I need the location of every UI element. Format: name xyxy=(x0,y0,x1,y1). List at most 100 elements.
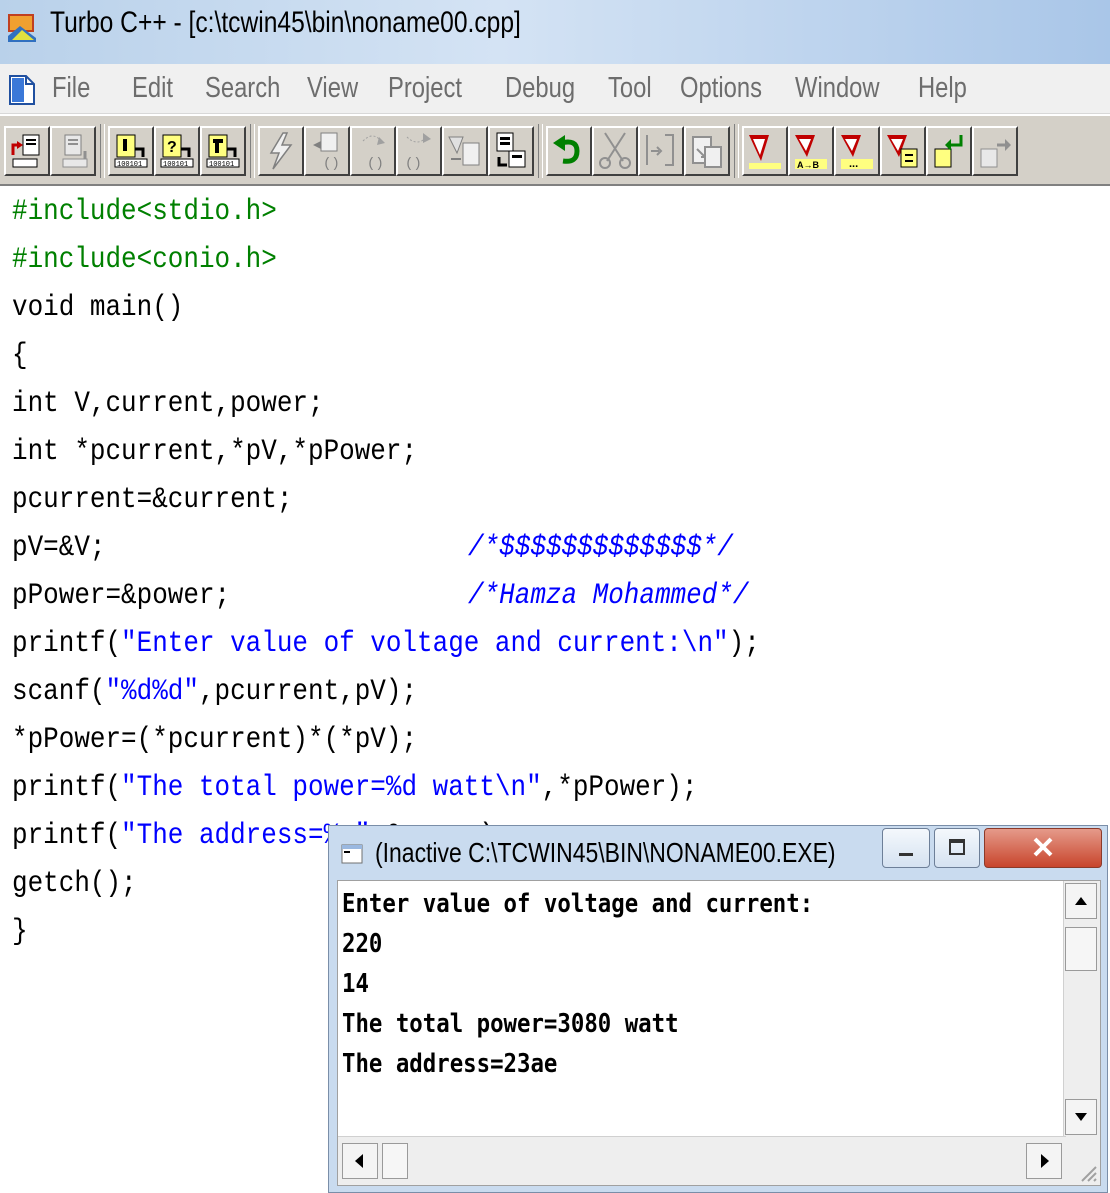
window-title: Turbo C++ - [c:\tcwin45\bin\noname00.cpp… xyxy=(50,6,521,39)
code-line-4: { xyxy=(12,338,28,372)
open-file-button[interactable] xyxy=(4,126,50,176)
compile-button[interactable]: 100101 xyxy=(108,126,154,176)
svg-text:100101: 100101 xyxy=(209,161,234,169)
maximize-icon xyxy=(949,839,965,855)
scroll-up-button[interactable] xyxy=(1065,883,1097,919)
code-line-9: pPower=&power; xyxy=(12,578,231,612)
next-message-button[interactable] xyxy=(926,126,972,176)
code-tail: ); xyxy=(728,626,760,660)
svg-text:(): () xyxy=(367,156,384,171)
save-file-icon xyxy=(62,134,88,168)
horizontal-scroll-thumb[interactable] xyxy=(382,1143,408,1179)
search-again-button[interactable]: ... xyxy=(834,126,880,176)
maximize-button[interactable] xyxy=(934,828,980,868)
console-output-line: Enter value of voltage and current: xyxy=(342,889,814,919)
save-file-button[interactable] xyxy=(50,126,96,176)
arrow-left-icon xyxy=(355,1154,363,1168)
menu-project[interactable]: Project xyxy=(388,72,462,105)
copy-button[interactable] xyxy=(638,126,684,176)
search-button[interactable] xyxy=(742,126,788,176)
svg-text:(): () xyxy=(323,156,340,171)
cut-icon xyxy=(599,132,631,169)
browse-icon xyxy=(887,135,918,168)
console-output-line: 220 xyxy=(342,929,383,959)
search-icon xyxy=(749,135,781,169)
cut-button[interactable] xyxy=(592,126,638,176)
code-line-16: } xyxy=(12,914,28,948)
console-output-line: The address=23ae xyxy=(342,1049,558,1079)
copy-icon xyxy=(646,134,674,166)
minimize-icon xyxy=(899,853,913,856)
next-message-icon xyxy=(934,135,963,168)
undo-icon xyxy=(553,135,580,164)
code-fn: scanf( xyxy=(12,674,106,708)
vertical-scrollbar[interactable] xyxy=(1063,881,1100,1137)
resize-grip-icon xyxy=(1081,1166,1097,1182)
code-line-5: int V,current,power; xyxy=(12,386,324,420)
menu-debug[interactable]: Debug xyxy=(505,72,575,105)
program-reset-button[interactable] xyxy=(442,126,488,176)
resize-grip[interactable] xyxy=(1064,1137,1100,1185)
code-line-2: #include<conio.h> xyxy=(12,242,277,276)
menu-search[interactable]: Search xyxy=(205,72,280,105)
menu-tool[interactable]: Tool xyxy=(608,72,652,105)
close-button[interactable] xyxy=(984,828,1102,868)
toolbar: 100101 ? 100101 100101 () () () A→B ... xyxy=(0,114,1110,186)
vertical-scroll-thumb[interactable] xyxy=(1065,927,1097,971)
console-output-area[interactable]: Enter value of voltage and current: 220 … xyxy=(337,880,1101,1186)
step-over-icon: () xyxy=(313,132,340,171)
code-fn: printf( xyxy=(12,818,122,852)
search-again-icon: ... xyxy=(841,135,873,170)
horizontal-scrollbar[interactable] xyxy=(338,1136,1066,1185)
svg-text:...: ... xyxy=(849,158,858,170)
browse-symbol-button[interactable] xyxy=(488,126,534,176)
step-over-button[interactable]: () xyxy=(304,126,350,176)
svg-text:(): () xyxy=(405,156,422,171)
make-button[interactable]: ? 100101 xyxy=(154,126,200,176)
console-title-bar[interactable]: (Inactive C:\TCWIN45\BIN\NONAME00.EXE) xyxy=(329,826,1107,880)
console-app-icon xyxy=(341,844,363,864)
replace-button[interactable]: A→B xyxy=(788,126,834,176)
scroll-down-button[interactable] xyxy=(1065,1099,1097,1135)
code-line-15: getch(); xyxy=(12,866,137,900)
menu-view[interactable]: View xyxy=(307,72,358,105)
document-icon[interactable] xyxy=(8,74,36,106)
menu-help[interactable]: Help xyxy=(918,72,967,105)
scroll-left-button[interactable] xyxy=(342,1143,378,1179)
minimize-button[interactable] xyxy=(882,828,930,868)
code-line-6: int *pcurrent,*pV,*pPower; xyxy=(12,434,418,468)
svg-text:A→B: A→B xyxy=(797,160,819,170)
open-file-icon xyxy=(11,134,40,168)
menu-file[interactable]: File xyxy=(52,72,90,105)
browse-button[interactable] xyxy=(880,126,926,176)
code-line-3: void main() xyxy=(12,290,184,324)
menu-options[interactable]: Options xyxy=(680,72,762,105)
go-to-cursor-icon: () xyxy=(405,133,431,171)
code-line-7: pcurrent=&current; xyxy=(12,482,293,516)
menu-window[interactable]: Window xyxy=(795,72,880,105)
console-window[interactable]: (Inactive C:\TCWIN45\BIN\NONAME00.EXE) E… xyxy=(328,825,1108,1193)
compile-icon: 100101 xyxy=(114,134,148,169)
console-output-line: The total power=3080 watt xyxy=(342,1009,679,1039)
make-icon: ? 100101 xyxy=(160,134,194,169)
code-line-1: #include<stdio.h> xyxy=(12,194,277,228)
undo-button[interactable] xyxy=(546,126,592,176)
run-button[interactable] xyxy=(258,126,304,176)
console-output-line: 14 xyxy=(342,969,369,999)
trace-into-button[interactable]: () xyxy=(350,126,396,176)
scroll-right-button[interactable] xyxy=(1026,1143,1062,1179)
go-to-cursor-button[interactable]: () xyxy=(396,126,442,176)
replace-icon: A→B xyxy=(795,135,827,170)
build-icon: 100101 xyxy=(206,134,240,169)
paste-icon xyxy=(692,136,722,168)
console-title: (Inactive C:\TCWIN45\BIN\NONAME00.EXE) xyxy=(375,837,836,868)
previous-message-button[interactable] xyxy=(972,126,1018,176)
title-bar[interactable]: Turbo C++ - [c:\tcwin45\bin\noname00.cpp… xyxy=(0,0,1110,64)
paste-button[interactable] xyxy=(684,126,730,176)
code-tail: ,pcurrent,pV); xyxy=(198,674,418,708)
trace-into-icon: () xyxy=(362,135,385,171)
code-string: "The total power=%d watt\n" xyxy=(121,770,542,804)
build-button[interactable]: 100101 xyxy=(200,126,246,176)
run-icon xyxy=(269,132,293,170)
menu-edit[interactable]: Edit xyxy=(132,72,173,105)
